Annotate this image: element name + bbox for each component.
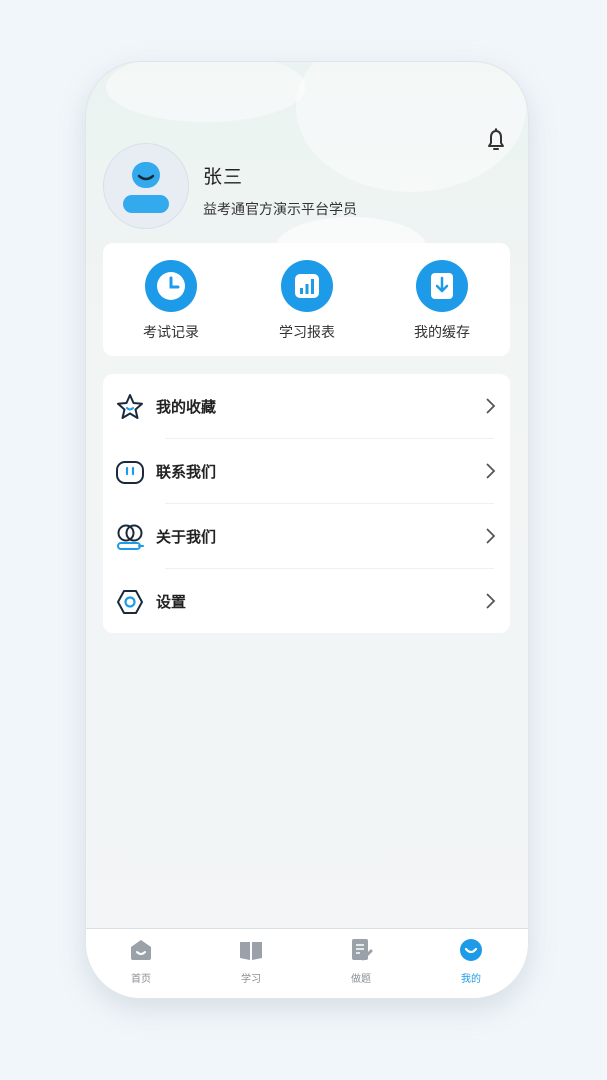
quick-action-label: 我的缓存 [414,325,470,341]
tab-label: 首页 [131,974,151,985]
bell-icon[interactable] [484,127,508,153]
chevron-right-icon [486,398,496,414]
tab-practice[interactable]: 做题 [331,937,391,985]
menu-card: 我的收藏 联系我们 关于我们 设置 [103,374,510,633]
menu-item-label: 关于我们 [156,528,217,546]
avatar[interactable] [103,143,189,229]
menu-item-favorites[interactable]: 我的收藏 [103,374,510,439]
home-icon [131,940,151,960]
menu-item-contact[interactable]: 联系我们 [103,439,510,504]
clock-icon [145,260,197,312]
menu-item-label: 联系我们 [156,463,217,481]
tab-label: 我的 [461,974,481,985]
quick-action-label: 学习报表 [279,325,335,341]
phone-frame: 张三 益考通官方演示平台学员 考试记录 学习报表 我的缓存 我的收藏 联系我们 … [85,61,529,999]
book-icon [240,942,262,960]
menu-item-settings[interactable]: 设置 [103,569,510,634]
menu-item-label: 设置 [156,593,187,611]
star-icon [117,394,143,419]
chevron-right-icon [486,593,496,609]
edit-doc-icon [352,939,373,961]
tab-mine[interactable]: 我的 [441,937,501,985]
download-icon [416,260,468,312]
menu-item-label: 我的收藏 [156,398,217,416]
chat-icon [116,461,144,484]
chevron-right-icon [486,463,496,479]
chevron-right-icon [486,528,496,544]
tab-study[interactable]: 学习 [221,937,281,985]
user-avatar-icon [123,162,169,213]
bar-chart-icon [281,260,333,312]
quick-actions-card: 考试记录 学习报表 我的缓存 [103,243,510,356]
quick-action-study-report[interactable]: 学习报表 [252,260,362,342]
quick-action-my-cache[interactable]: 我的缓存 [387,260,497,342]
quick-action-label: 考试记录 [143,325,199,341]
quick-action-exam-records[interactable]: 考试记录 [116,260,226,342]
user-subtitle: 益考通官方演示平台学员 [203,202,357,218]
bottom-tab-bar: 首页 学习 做题 我的 [86,928,528,998]
background-decoration [106,62,306,122]
menu-item-about[interactable]: 关于我们 [103,504,510,569]
tab-label: 学习 [241,974,261,985]
settings-icon [117,590,143,614]
tab-home[interactable]: 首页 [111,937,171,985]
smile-icon [460,939,482,961]
user-name: 张三 [203,166,244,188]
people-icon [117,524,144,550]
tab-label: 做题 [351,974,371,985]
